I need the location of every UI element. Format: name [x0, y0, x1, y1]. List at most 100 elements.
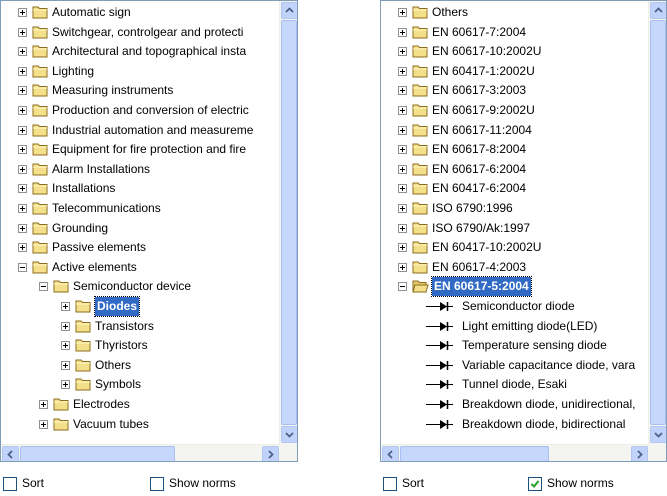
- expand-icon[interactable]: [398, 27, 407, 37]
- expand-icon[interactable]: [18, 204, 27, 213]
- symbol-list-item[interactable]: Semiconductor diode: [381, 297, 648, 316]
- left-show-norms-checkbox[interactable]: [150, 477, 164, 491]
- expand-icon[interactable]: [18, 125, 27, 135]
- tree-node[interactable]: Others: [1, 356, 279, 375]
- right-show-norms-checkbox[interactable]: [528, 477, 542, 491]
- horizontal-scroll-thumb[interactable]: [20, 446, 175, 461]
- expand-icon[interactable]: [18, 243, 27, 253]
- symbol-list-item[interactable]: Breakdown diode, bidirectional: [381, 415, 648, 434]
- tree-node[interactable]: Automatic sign: [1, 3, 279, 22]
- scroll-right-button[interactable]: [262, 446, 279, 461]
- expand-icon[interactable]: [18, 86, 27, 96]
- expand-icon[interactable]: [398, 243, 407, 253]
- tree-node[interactable]: EN 60617-6:2004: [381, 160, 648, 179]
- expand-icon[interactable]: [398, 125, 407, 135]
- expand-icon[interactable]: [18, 164, 27, 174]
- tree-node[interactable]: EN 60617-10:2002U: [381, 42, 648, 61]
- expand-icon[interactable]: [398, 204, 407, 213]
- tree-node[interactable]: Thyristors: [1, 336, 279, 355]
- tree-node[interactable]: Symbols: [1, 375, 279, 394]
- collapse-icon[interactable]: [398, 282, 407, 292]
- symbol-list-item[interactable]: Variable capacitance diode, vara: [381, 356, 648, 375]
- tree-node[interactable]: Active elements: [1, 258, 279, 277]
- scroll-left-button[interactable]: [2, 446, 19, 461]
- tree-node[interactable]: Alarm Installations: [1, 160, 279, 179]
- left-sort-checkbox[interactable]: [3, 477, 17, 491]
- symbol-list-item[interactable]: Tunnel diode, Esaki: [381, 375, 648, 394]
- tree-node[interactable]: ISO 6790/Ak:1997: [381, 219, 648, 238]
- vertical-scroll-thumb[interactable]: [281, 20, 297, 425]
- tree-node[interactable]: Architectural and topographical insta: [1, 42, 279, 61]
- tree-node[interactable]: EN 60617-7:2004: [381, 23, 648, 42]
- expand-icon[interactable]: [398, 223, 407, 233]
- tree-node[interactable]: Production and conversion of electric: [1, 101, 279, 120]
- expand-icon[interactable]: [398, 164, 407, 174]
- tree-node[interactable]: EN 60617-11:2004: [381, 121, 648, 140]
- tree-node[interactable]: Lighting: [1, 62, 279, 81]
- expand-icon[interactable]: [18, 8, 27, 17]
- left-tree-view[interactable]: Automatic sign Switchgear, controlgear an…: [0, 0, 298, 462]
- horizontal-scroll-thumb[interactable]: [400, 446, 549, 461]
- vertical-scrollbar[interactable]: [648, 1, 666, 444]
- expand-icon[interactable]: [18, 47, 27, 57]
- expand-icon[interactable]: [398, 262, 407, 272]
- expand-icon[interactable]: [398, 47, 407, 57]
- expand-icon[interactable]: [18, 184, 27, 194]
- scroll-down-button[interactable]: [281, 426, 297, 443]
- tree-node[interactable]: EN 60617-8:2004: [381, 140, 648, 159]
- scroll-right-button[interactable]: [631, 446, 648, 461]
- tree-node[interactable]: EN 60617-5:2004: [381, 276, 648, 298]
- horizontal-scrollbar[interactable]: [381, 444, 649, 461]
- expand-icon[interactable]: [61, 360, 70, 370]
- expand-icon[interactable]: [39, 419, 48, 429]
- collapse-icon[interactable]: [39, 282, 48, 292]
- expand-icon[interactable]: [18, 223, 27, 233]
- vertical-scroll-thumb[interactable]: [650, 20, 666, 425]
- tree-node[interactable]: Grounding: [1, 219, 279, 238]
- expand-icon[interactable]: [61, 321, 70, 331]
- tree-node[interactable]: Industrial automation and measureme: [1, 121, 279, 140]
- expand-icon[interactable]: [398, 66, 407, 76]
- tree-node[interactable]: Installations: [1, 179, 279, 198]
- expand-icon[interactable]: [398, 8, 407, 17]
- tree-node[interactable]: EN 60617-3:2003: [381, 81, 648, 100]
- expand-icon[interactable]: [398, 145, 407, 155]
- tree-node[interactable]: Diodes: [1, 296, 279, 317]
- expand-icon[interactable]: [18, 106, 27, 115]
- scroll-up-button[interactable]: [650, 2, 666, 19]
- expand-icon[interactable]: [18, 66, 27, 76]
- tree-node[interactable]: Vacuum tubes: [1, 415, 279, 434]
- expand-icon[interactable]: [18, 27, 27, 37]
- scroll-left-button[interactable]: [382, 446, 399, 461]
- tree-node[interactable]: Telecommunications: [1, 199, 279, 218]
- expand-icon[interactable]: [39, 400, 48, 409]
- expand-icon[interactable]: [61, 302, 70, 311]
- symbol-list-item[interactable]: Light emitting diode(LED): [381, 317, 648, 336]
- scroll-up-button[interactable]: [281, 2, 297, 19]
- tree-node[interactable]: Switchgear, controlgear and protecti: [1, 23, 279, 42]
- collapse-icon[interactable]: [18, 262, 27, 272]
- tree-node[interactable]: Equipment for fire protection and fire: [1, 140, 279, 159]
- tree-node[interactable]: EN 60417-10:2002U: [381, 238, 648, 257]
- right-tree-view[interactable]: Others EN 60617-7:2004 EN 60617-10:2002U EN…: [380, 0, 667, 462]
- symbol-list-item[interactable]: Temperature sensing diode: [381, 336, 648, 355]
- horizontal-scrollbar[interactable]: [1, 444, 280, 461]
- tree-node[interactable]: EN 60417-6:2004: [381, 179, 648, 198]
- tree-node[interactable]: Electrodes: [1, 395, 279, 414]
- tree-node[interactable]: Others: [381, 3, 648, 22]
- tree-node[interactable]: ISO 6790:1996: [381, 199, 648, 218]
- tree-node[interactable]: Passive elements: [1, 238, 279, 257]
- tree-node[interactable]: EN 60417-1:2002U: [381, 62, 648, 81]
- expand-icon[interactable]: [61, 380, 70, 390]
- tree-node[interactable]: Measuring instruments: [1, 81, 279, 100]
- expand-icon[interactable]: [398, 184, 407, 194]
- expand-icon[interactable]: [18, 145, 27, 155]
- symbol-list-item[interactable]: Breakdown diode, unidirectional,: [381, 395, 648, 414]
- vertical-scrollbar[interactable]: [279, 1, 297, 444]
- tree-node[interactable]: Semiconductor device: [1, 277, 279, 296]
- tree-node[interactable]: Transistors: [1, 317, 279, 336]
- expand-icon[interactable]: [398, 106, 407, 115]
- scroll-down-button[interactable]: [650, 426, 666, 443]
- expand-icon[interactable]: [61, 341, 70, 351]
- expand-icon[interactable]: [398, 86, 407, 96]
